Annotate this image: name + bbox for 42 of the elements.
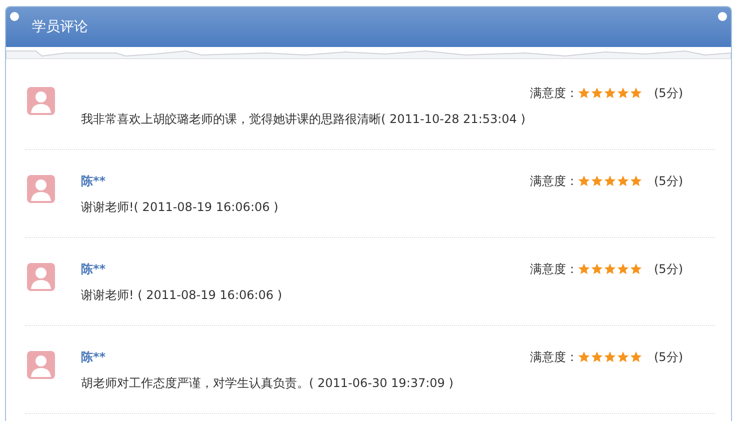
star-icon: [604, 263, 616, 275]
avatar-icon: [27, 175, 55, 203]
reviewer-name[interactable]: 陈**: [81, 172, 106, 190]
star-icon: [578, 351, 590, 363]
star-icon: [604, 175, 616, 187]
comment-text: 谢谢老师! ( 2011-08-19 16:06:06 ): [81, 287, 284, 304]
star-icon: [591, 351, 603, 363]
star-icon: [617, 175, 629, 187]
star-icon: [591, 87, 603, 99]
star-icon: [630, 351, 642, 363]
avatar-icon: [27, 351, 55, 379]
avatar-icon: [27, 263, 55, 291]
star-icon: [591, 175, 603, 187]
reviewer-name[interactable]: 陈**: [81, 260, 106, 278]
rating-score: (5分): [654, 84, 683, 102]
star-icon: [591, 263, 603, 275]
rating-score: (5分): [654, 348, 683, 366]
star-icon: [604, 351, 616, 363]
star-icon: [630, 175, 642, 187]
corner-dot-icon: [10, 12, 19, 21]
star-icon: [630, 87, 642, 99]
star-icon: [617, 87, 629, 99]
star-icon: [630, 263, 642, 275]
rating-label: 满意度：: [530, 260, 578, 278]
panel-title: 学员评论: [32, 18, 88, 36]
star-icon: [578, 175, 590, 187]
corner-dot-icon: [718, 12, 727, 21]
star-icon: [578, 263, 590, 275]
rating-score: (5分): [654, 172, 683, 190]
comment-text: 我非常喜欢上胡皎璐老师的课，觉得她讲课的思路很清晰( 2011-10-28 21:53:04 ): [81, 111, 526, 128]
comment-text: 胡老师对工作态度严谨，对学生认真负责。( 2011-06-30 19:37:09 ): [81, 375, 454, 392]
rating-label: 满意度：: [530, 172, 578, 190]
star-icon: [617, 263, 629, 275]
star-icon: [617, 351, 629, 363]
rating-label: 满意度：: [530, 84, 578, 102]
reviewer-name[interactable]: 陈**: [81, 348, 106, 366]
rating-score: (5分): [654, 260, 683, 278]
star-icon: [578, 87, 590, 99]
rating-label: 满意度：: [530, 348, 578, 366]
comment-text: 谢谢老师!( 2011-08-19 16:06:06 ): [81, 199, 280, 216]
avatar-icon: [27, 87, 55, 115]
star-icon: [604, 87, 616, 99]
